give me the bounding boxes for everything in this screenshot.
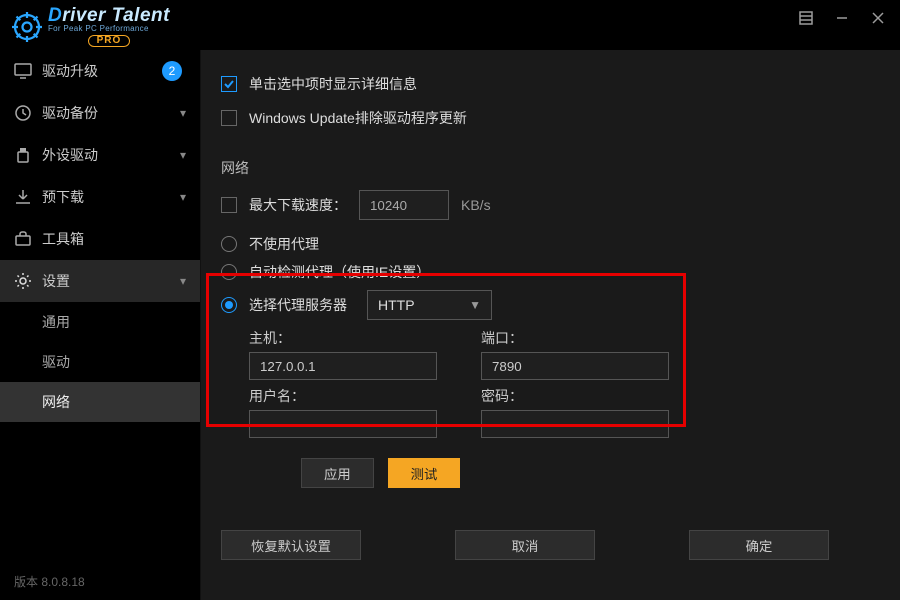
- chevron-down-icon: ▾: [180, 274, 186, 288]
- sidebar-sub-general[interactable]: 通用: [0, 302, 200, 342]
- clock-icon: [14, 104, 32, 122]
- sidebar-item-toolbox[interactable]: 工具箱: [0, 218, 200, 260]
- gear-icon: [14, 272, 32, 290]
- sidebar-item-driver-backup[interactable]: 驱动备份 ▾: [0, 92, 200, 134]
- checkbox-max-speed[interactable]: [221, 197, 237, 213]
- pro-badge: PRO: [88, 35, 131, 47]
- sidebar-item-settings[interactable]: 设置 ▾: [0, 260, 200, 302]
- sidebar-item-label: 设置: [42, 271, 170, 291]
- pass-input[interactable]: [481, 410, 669, 438]
- download-icon: [14, 188, 32, 206]
- test-button[interactable]: 测试: [388, 458, 461, 488]
- checkbox-show-detail[interactable]: [221, 76, 237, 92]
- port-label: 端口：: [481, 328, 671, 348]
- sidebar: 驱动升级 2 驱动备份 ▾ 外设驱动 ▾ 预下: [0, 50, 200, 600]
- host-label: 主机：: [249, 328, 439, 348]
- app-name: Driver Talent: [48, 6, 170, 25]
- radio-label: 自动检测代理（使用IE设置）: [249, 262, 430, 282]
- sidebar-item-peripheral[interactable]: 外设驱动 ▾: [0, 134, 200, 176]
- sidebar-item-label: 工具箱: [42, 229, 186, 249]
- user-input[interactable]: [249, 410, 437, 438]
- badge-count: 2: [162, 61, 182, 81]
- dropdown-value: HTTP: [378, 297, 415, 313]
- restore-defaults-button[interactable]: 恢复默认设置: [221, 530, 361, 560]
- close-button[interactable]: [868, 8, 888, 28]
- cancel-button[interactable]: 取消: [455, 530, 595, 560]
- radio-no-proxy[interactable]: [221, 236, 237, 252]
- sidebar-item-label: 驱动升级: [42, 61, 152, 81]
- checkbox-label: 单击选中项时显示详细信息: [249, 74, 417, 94]
- toolbox-icon: [14, 230, 32, 248]
- checkbox-label: Windows Update排除驱动程序更新: [249, 108, 467, 128]
- chevron-down-icon: ▾: [180, 190, 186, 204]
- user-label: 用户名：: [249, 386, 439, 406]
- checkbox-exclude-wu[interactable]: [221, 110, 237, 126]
- sidebar-item-label: 预下载: [42, 187, 170, 207]
- app-logo: Driver Talent For Peak PC Performance PR…: [12, 6, 170, 47]
- chevron-down-icon: ▼: [469, 298, 481, 312]
- sidebar-sub-driver[interactable]: 驱动: [0, 342, 200, 382]
- usb-icon: [14, 146, 32, 164]
- ok-button[interactable]: 确定: [689, 530, 829, 560]
- version-label: 版本 8.0.8.18: [0, 563, 200, 600]
- pass-label: 密码：: [481, 386, 671, 406]
- minimize-button[interactable]: [832, 8, 852, 28]
- sidebar-sub-network[interactable]: 网络: [0, 382, 200, 422]
- sidebar-item-driver-upgrade[interactable]: 驱动升级 2: [0, 50, 200, 92]
- apply-button[interactable]: 应用: [301, 458, 374, 488]
- menu-icon[interactable]: [796, 8, 816, 28]
- host-input[interactable]: [249, 352, 437, 380]
- max-speed-label: 最大下载速度：: [249, 195, 347, 215]
- chevron-down-icon: ▾: [180, 106, 186, 120]
- settings-content: 单击选中项时显示详细信息 Windows Update排除驱动程序更新 网络 最…: [200, 50, 900, 600]
- titlebar: Driver Talent For Peak PC Performance PR…: [0, 0, 900, 50]
- section-network-title: 网络: [221, 158, 872, 178]
- app-tagline: For Peak PC Performance: [48, 25, 170, 33]
- chevron-down-icon: ▾: [180, 148, 186, 162]
- port-input[interactable]: [481, 352, 669, 380]
- radio-manual-proxy[interactable]: [221, 297, 237, 313]
- sidebar-item-predownload[interactable]: 预下载 ▾: [0, 176, 200, 218]
- radio-label: 不使用代理: [249, 234, 319, 254]
- monitor-icon: [14, 62, 32, 80]
- max-speed-unit: KB/s: [461, 197, 491, 213]
- radio-label: 选择代理服务器: [249, 295, 347, 315]
- radio-auto-proxy[interactable]: [221, 264, 237, 280]
- sidebar-item-label: 外设驱动: [42, 145, 170, 165]
- max-speed-input[interactable]: [359, 190, 449, 220]
- sidebar-item-label: 驱动备份: [42, 103, 170, 123]
- proxy-type-dropdown[interactable]: HTTP ▼: [367, 290, 492, 320]
